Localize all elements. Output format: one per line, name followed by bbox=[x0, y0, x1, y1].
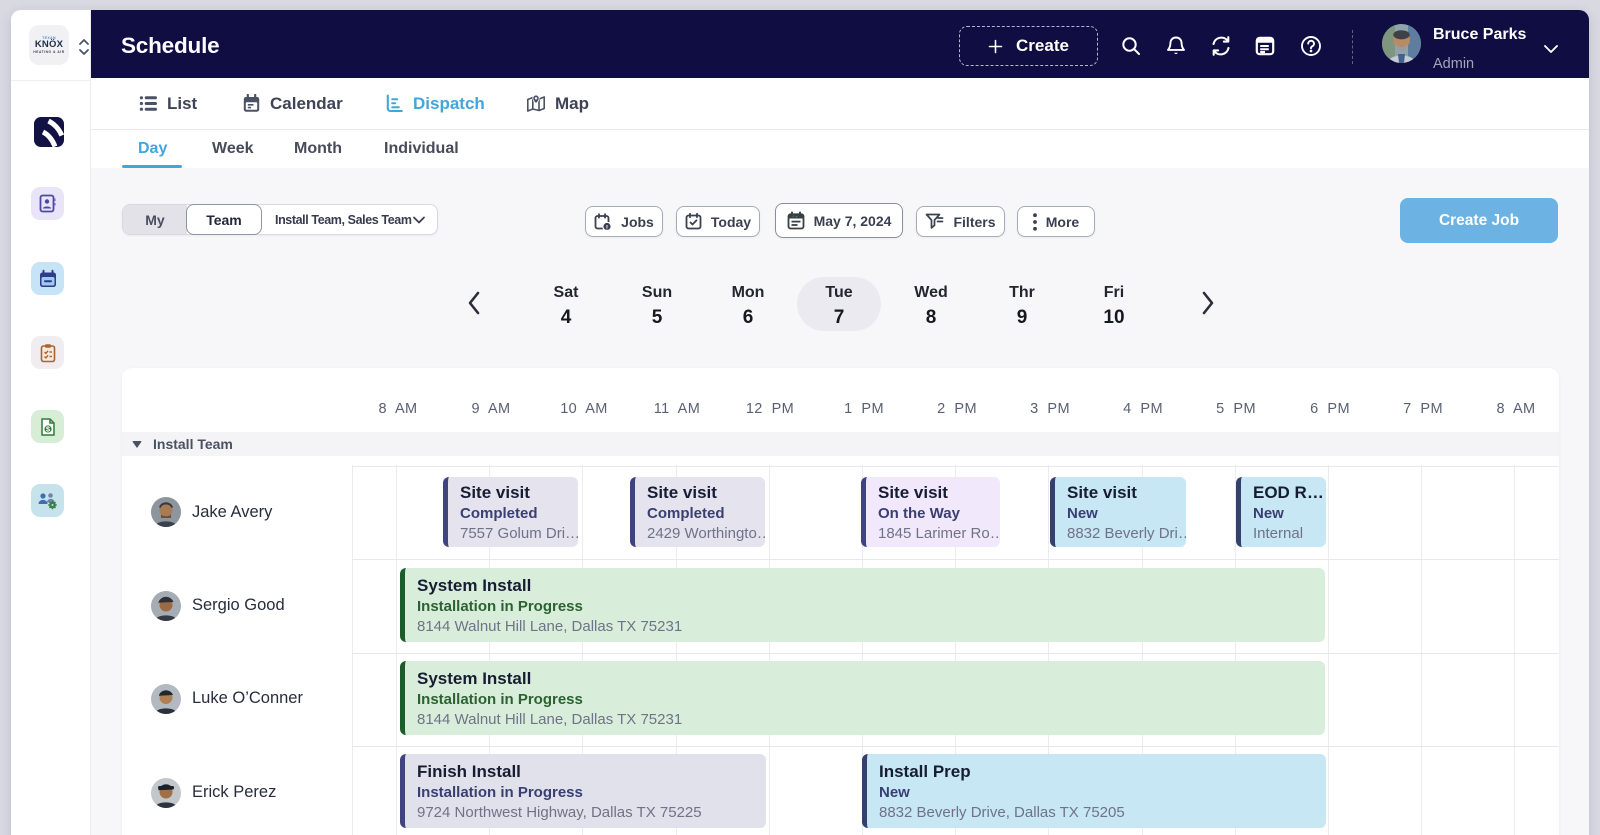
svg-text:!: ! bbox=[606, 224, 608, 231]
